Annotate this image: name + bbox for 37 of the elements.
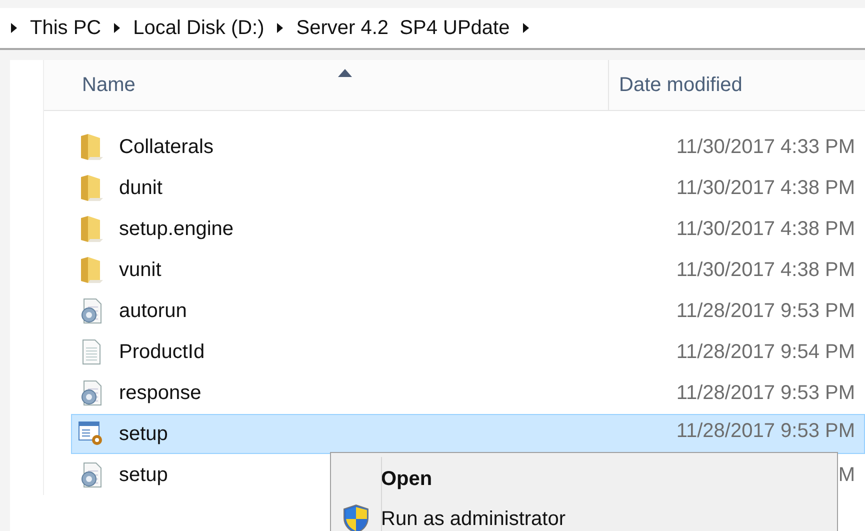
column-header[interactable]: Date modified	[609, 60, 865, 110]
folder-icon	[78, 133, 104, 161]
folder-icon	[78, 256, 104, 284]
date-modified: 11/30/2017 4:38 PM	[676, 218, 856, 240]
breadcrumb-item[interactable]: Local Disk (D:)	[133, 16, 264, 40]
breadcrumb-item[interactable]: Server 4.2 SP4 UPdate	[296, 16, 510, 40]
file-name: autorun	[119, 300, 187, 322]
chevron-right-icon[interactable]	[522, 22, 530, 34]
date-modified: 11/28/2017 9:53 PM	[676, 382, 856, 404]
breadcrumb-item[interactable]: This PC	[30, 16, 102, 40]
shield-icon	[343, 504, 369, 531]
file-name: vunit	[119, 258, 162, 282]
column-header[interactable]: Name	[44, 60, 609, 110]
date-modified: 11/30/2017 4:38 PM	[676, 258, 856, 282]
file-name: setup	[119, 422, 168, 446]
date-modified: 11/28/2017 9:54 PM	[676, 340, 856, 364]
date-modified: 11/28/2017 9:53 PM	[676, 300, 856, 322]
setup-app-icon	[77, 420, 105, 448]
selected-file-row[interactable]: setup 11/28/2017 9:53 PM	[71, 414, 865, 454]
folder-icon	[78, 215, 104, 243]
file-name: dunit	[119, 176, 162, 200]
file-name: setup	[119, 464, 168, 486]
folder-icon	[78, 174, 104, 202]
menu-item[interactable]: Run as administrator	[331, 499, 837, 531]
file-name: setup.engine	[119, 218, 234, 240]
chevron-right-icon[interactable]	[276, 22, 284, 34]
chevron-right-icon[interactable]	[113, 22, 122, 34]
date-modified: M	[838, 464, 856, 486]
menu-item[interactable]: Open	[331, 459, 837, 499]
date-modified: 11/28/2017 9:53 PM	[676, 420, 856, 442]
file-name: ProductId	[119, 340, 205, 364]
chevron-right-icon[interactable]	[10, 22, 18, 34]
file-name: Collaterals	[119, 136, 214, 158]
date-modified: 11/30/2017 4:33 PM	[676, 136, 856, 158]
sort-ascending-icon	[338, 69, 352, 77]
date-modified: 11/30/2017 4:38 PM	[676, 176, 856, 200]
file-name: response	[119, 382, 202, 404]
